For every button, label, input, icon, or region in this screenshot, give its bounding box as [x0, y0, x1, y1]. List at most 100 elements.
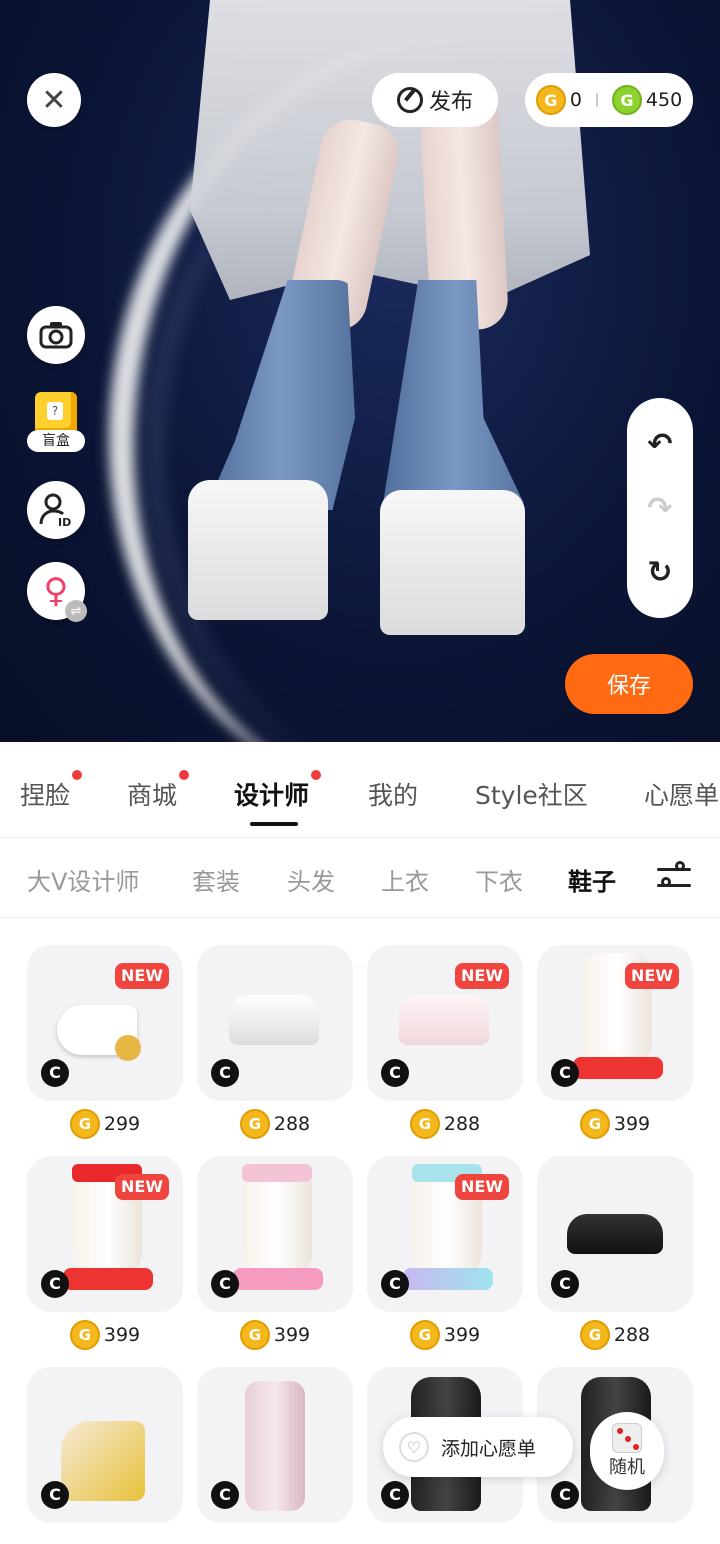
green-coin-icon: G	[611, 85, 642, 115]
new-badge: NEW	[115, 1174, 169, 1200]
category-top-designer[interactable]: 大V设计师	[27, 862, 139, 897]
item-card[interactable]: NEW C G 288	[367, 945, 523, 1145]
dice-icon	[612, 1423, 642, 1453]
item-card[interactable]: C	[27, 1367, 183, 1544]
swap-icon: ⇌	[65, 600, 87, 622]
gold-coin-icon: G	[69, 1320, 100, 1350]
item-card[interactable]: NEW C G 399	[537, 945, 693, 1145]
category-bottom[interactable]: 下衣	[475, 862, 523, 897]
item-price: G 288	[197, 1109, 353, 1139]
publish-icon	[396, 87, 423, 113]
gold-coin-icon: G	[409, 1320, 440, 1350]
add-to-wishlist-label: 添加心愿单	[441, 1437, 537, 1460]
creator-icon: C	[41, 1270, 69, 1298]
publish-label: 发布	[428, 90, 473, 115]
sole-image	[573, 1057, 663, 1079]
new-badge: NEW	[455, 963, 509, 989]
currency-balance[interactable]: G 0 G 450	[525, 73, 693, 127]
tab-mine[interactable]: 我的	[368, 776, 418, 812]
item-thumbnail: NEW C	[537, 945, 693, 1101]
blind-box-icon: ?	[35, 392, 77, 434]
creator-icon: C	[211, 1270, 239, 1298]
item-thumbnail: C	[197, 1367, 353, 1523]
creator-icon: C	[551, 1270, 579, 1298]
item-price: G 288	[367, 1109, 523, 1139]
tab-style-community[interactable]: Style社区	[475, 776, 588, 812]
gender-toggle-button[interactable]: ♀ ⇌	[27, 562, 87, 622]
notification-dot	[311, 770, 322, 780]
gold-coin-icon: G	[239, 1109, 270, 1139]
category-tab-bar: 大V设计师 套装 头发 上衣 下衣 鞋子	[0, 838, 720, 918]
gold-coin-value: 0	[569, 89, 582, 111]
category-shoes[interactable]: 鞋子	[568, 862, 616, 897]
item-card[interactable]: C G 288	[537, 1156, 693, 1356]
blind-box-button[interactable]: ? 盲盒	[27, 392, 85, 458]
item-thumbnail: C	[27, 1367, 183, 1523]
avatar-right-shoe	[380, 490, 525, 635]
item-price: G 399	[197, 1320, 353, 1350]
tab-wishlist[interactable]: 心愿单	[644, 776, 719, 812]
item-card[interactable]: C G 288	[197, 945, 353, 1145]
item-card[interactable]: C	[197, 1367, 353, 1544]
white-platform-shoe-image	[229, 995, 319, 1045]
creator-icon: C	[211, 1481, 239, 1509]
category-outfit[interactable]: 套装	[192, 862, 240, 897]
user-id-icon: ID	[39, 493, 71, 528]
item-card[interactable]: C G 399	[197, 1156, 353, 1356]
pink-boot-image	[245, 1381, 305, 1511]
item-price: G 288	[537, 1320, 693, 1350]
close-button[interactable]: ✕	[27, 73, 81, 127]
item-thumbnail: NEW C	[27, 945, 183, 1101]
gold-coin-icon: G	[409, 1109, 440, 1139]
notification-dot	[72, 770, 83, 780]
random-label: 随机	[609, 1457, 645, 1478]
avatar-id-button[interactable]: ID	[27, 481, 85, 539]
camera-button[interactable]	[27, 306, 85, 364]
category-top[interactable]: 上衣	[381, 862, 429, 897]
reset-icon[interactable]: ↻	[647, 555, 672, 590]
gold-coin-icon: G	[535, 85, 566, 115]
item-price: G 299	[27, 1109, 183, 1139]
creator-icon: C	[381, 1481, 409, 1509]
sole-image	[403, 1268, 493, 1290]
gold-coin-icon: G	[579, 1109, 610, 1139]
item-card[interactable]: NEW C G 299	[27, 945, 183, 1145]
gold-heel-image	[61, 1421, 145, 1501]
item-thumbnail: NEW C	[367, 945, 523, 1101]
history-controls: ↶ ↷ ↻	[627, 398, 693, 618]
new-badge: NEW	[115, 963, 169, 989]
gold-coin-icon: G	[239, 1320, 270, 1350]
item-price: G 399	[537, 1109, 693, 1139]
flower-decoration	[115, 1035, 141, 1061]
divider	[595, 93, 598, 107]
redo-icon[interactable]: ↷	[647, 491, 672, 526]
random-button[interactable]: 随机	[590, 1412, 664, 1490]
avatar-left-shoe	[188, 480, 328, 620]
female-icon: ♀	[43, 571, 69, 611]
new-badge: NEW	[455, 1174, 509, 1200]
filter-icon[interactable]	[655, 858, 693, 896]
tab-designer[interactable]: 设计师	[234, 770, 322, 812]
sole-image	[233, 1268, 323, 1290]
pink-platform-shoe-image	[399, 995, 489, 1045]
save-button[interactable]: 保存	[565, 654, 693, 714]
item-card[interactable]: NEW C G 399	[27, 1156, 183, 1356]
category-hair[interactable]: 头发	[287, 862, 335, 897]
creator-icon: C	[41, 1059, 69, 1087]
sole-image	[63, 1268, 153, 1290]
gold-coin-icon: G	[579, 1320, 610, 1350]
tab-face[interactable]: 捏脸	[20, 770, 83, 812]
creator-icon: C	[381, 1270, 409, 1298]
heart-icon: ♡	[399, 1432, 429, 1462]
creator-icon: C	[551, 1059, 579, 1087]
tab-store[interactable]: 商城	[127, 770, 190, 812]
add-to-wishlist-button[interactable]: ♡ 添加心愿单	[383, 1417, 573, 1477]
item-thumbnail: NEW C	[367, 1156, 523, 1312]
main-tab-bar: 捏脸 商城 设计师 我的 Style社区 心愿单	[0, 742, 720, 838]
publish-button[interactable]: 发布	[372, 73, 498, 127]
item-thumbnail: C	[537, 1156, 693, 1312]
item-card[interactable]: NEW C G 399	[367, 1156, 523, 1356]
undo-icon[interactable]: ↶	[647, 427, 672, 462]
black-platform-shoe-image	[567, 1214, 663, 1254]
gold-coin-icon: G	[69, 1109, 100, 1139]
